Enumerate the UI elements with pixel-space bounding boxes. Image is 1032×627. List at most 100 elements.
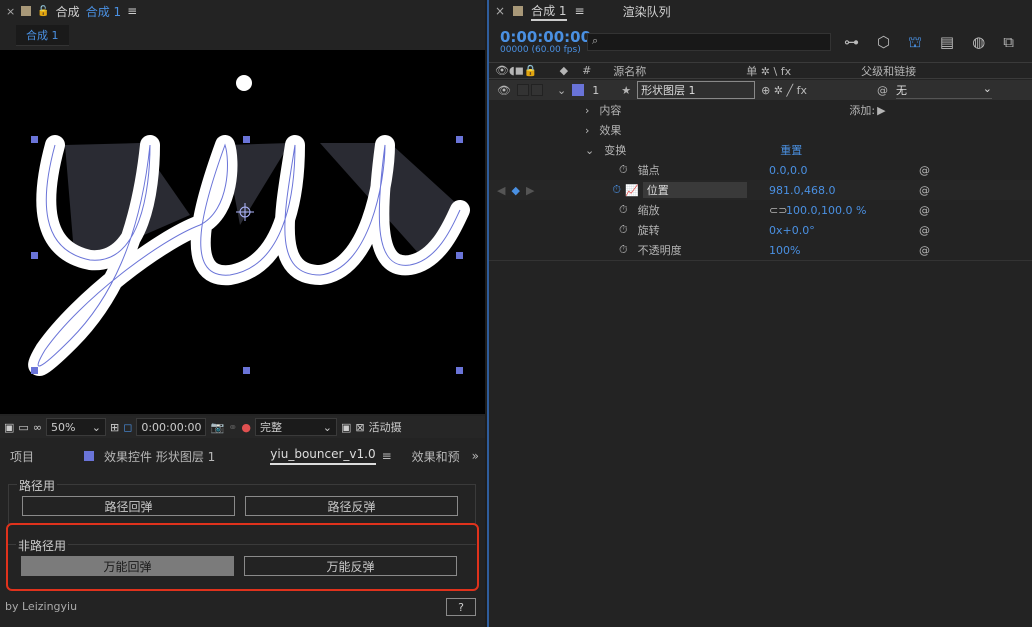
comp-flowchart-icon[interactable]: ⊶ bbox=[844, 33, 859, 53]
transparency-grid-icon[interactable]: ⊠ bbox=[355, 421, 364, 434]
add-label: 添加: bbox=[849, 104, 876, 117]
more-tabs-icon[interactable]: » bbox=[472, 449, 479, 463]
graph-editor-icon[interactable]: ⧉ bbox=[1003, 33, 1014, 53]
comp-swatch-icon bbox=[21, 6, 32, 16]
expression-spiral-icon[interactable]: @ bbox=[919, 224, 930, 237]
transform-label: 变换 bbox=[604, 144, 627, 157]
composition-viewer[interactable] bbox=[0, 50, 485, 414]
chevron-right-icon[interactable]: › bbox=[585, 104, 589, 117]
transform-row[interactable]: ⌄ 变换 重置 bbox=[489, 140, 1032, 160]
show-snapshot-icon[interactable]: ⚭ bbox=[228, 421, 237, 434]
tab-project[interactable]: 项目 bbox=[10, 448, 34, 465]
path-bounce-button[interactable]: 路径回弹 bbox=[22, 496, 235, 516]
tab-yiu-bouncer[interactable]: yiu_bouncer_v1.0 bbox=[270, 447, 376, 465]
property-row[interactable]: ◀ ◆ ▶ ⏱ 📈 位置 981.0,468.0 @ bbox=[489, 180, 1032, 200]
non-path-group-label: 非路径用 bbox=[16, 537, 69, 554]
universal-bounce-button[interactable]: 万能回弹 bbox=[21, 556, 234, 576]
tab-comp[interactable]: 合成 1 bbox=[531, 2, 567, 21]
comp-panel-header: × 🔓 合成 合成 1 ≡ bbox=[0, 0, 485, 22]
viewer-timecode[interactable]: 0:00:00:00 bbox=[136, 418, 207, 436]
help-button[interactable]: ? bbox=[446, 598, 476, 616]
keyframe-diamond-icon[interactable]: ◆ bbox=[511, 184, 519, 197]
shy-icon[interactable]: ⛫ bbox=[908, 33, 922, 53]
property-row[interactable]: ⏱ 不透明度 100% @ bbox=[489, 240, 1032, 260]
channel-icon[interactable]: ● bbox=[241, 421, 251, 434]
property-value[interactable]: 0.0,0.0 bbox=[769, 164, 807, 177]
close-icon[interactable]: × bbox=[495, 4, 505, 18]
expand-icon[interactable]: ⌄ bbox=[557, 84, 566, 97]
vr-mask-icon[interactable]: ∞ bbox=[33, 421, 42, 434]
layer-color-icon bbox=[84, 451, 95, 461]
col-source-name[interactable]: 源名称 bbox=[613, 63, 646, 79]
stopwatch-icon[interactable]: ⏱ bbox=[619, 243, 628, 257]
pickwhip-icon[interactable]: @ bbox=[877, 84, 888, 97]
tab-effects-presets[interactable]: 效果和预 bbox=[412, 448, 460, 465]
reset-link[interactable]: 重置 bbox=[780, 142, 802, 158]
tab-effects-controls[interactable]: 效果控件 形状图层 1 bbox=[104, 448, 215, 465]
tab-render-queue[interactable]: 渲染队列 bbox=[623, 3, 671, 20]
snapshot-icon[interactable]: 📷 bbox=[210, 421, 224, 434]
graph-icon[interactable]: 📈 bbox=[625, 184, 639, 197]
monitor-icon[interactable]: ▭ bbox=[18, 421, 28, 434]
prev-keyframe-icon[interactable]: ◀ bbox=[497, 184, 505, 197]
stopwatch-icon[interactable]: ⏱ bbox=[619, 223, 628, 237]
property-value[interactable]: 100.0,100.0 % bbox=[786, 204, 866, 217]
property-name: 不透明度 bbox=[637, 244, 682, 257]
stopwatch-icon[interactable]: ⏱ bbox=[619, 163, 628, 177]
property-row[interactable]: ⏱ 旋转 0x+0.0° @ bbox=[489, 220, 1032, 240]
stopwatch-icon[interactable]: ⏱ bbox=[619, 203, 628, 217]
chevron-down-icon[interactable]: ⌄ bbox=[585, 144, 594, 157]
property-value[interactable]: 0x+0.0° bbox=[769, 224, 815, 237]
add-play-icon[interactable]: ▶ bbox=[877, 104, 885, 117]
property-value[interactable]: 981.0,468.0 bbox=[769, 184, 835, 197]
effects-row[interactable]: › 效果 bbox=[489, 120, 1032, 140]
constrain-link-icon[interactable]: ⊂⊃ bbox=[769, 204, 787, 217]
panel-menu-icon[interactable]: ≡ bbox=[575, 4, 585, 18]
grid-icon[interactable]: ⊞ bbox=[110, 421, 119, 434]
layer-switches[interactable]: ⊕ ✲ ╱ fx bbox=[761, 84, 807, 97]
property-name: 锚点 bbox=[637, 164, 660, 177]
property-name: 位置 bbox=[642, 182, 747, 198]
comp-view-tab[interactable]: 合成 1 bbox=[16, 24, 69, 46]
expression-spiral-icon[interactable]: @ bbox=[919, 184, 930, 197]
panel-menu-icon[interactable]: ≡ bbox=[382, 449, 392, 463]
always-preview-icon[interactable]: ▣ bbox=[4, 421, 14, 434]
timeline-timecode[interactable]: 0:00:00:00 bbox=[500, 28, 591, 46]
parent-select[interactable]: 无 ⌄ bbox=[896, 82, 992, 99]
stopwatch-active-icon[interactable]: ⏱ bbox=[612, 183, 621, 197]
non-path-group: 非路径用 万能回弹 万能反弹 bbox=[8, 537, 476, 584]
expression-spiral-icon[interactable]: @ bbox=[919, 204, 930, 217]
layer-name-field[interactable]: 形状图层 1 bbox=[637, 81, 756, 99]
region-icon[interactable]: ▣ bbox=[341, 421, 351, 434]
layer-search-input[interactable]: ⌕ bbox=[587, 33, 831, 51]
chevron-right-icon[interactable]: › bbox=[585, 124, 589, 137]
layer-label-color[interactable] bbox=[572, 84, 585, 96]
property-row[interactable]: ⏱ 锚点 0.0,0.0 @ bbox=[489, 160, 1032, 180]
frame-blend-icon[interactable]: ▤ bbox=[940, 33, 954, 53]
expression-spiral-icon[interactable]: @ bbox=[919, 164, 930, 177]
close-icon[interactable]: × bbox=[6, 5, 15, 18]
resolution-select[interactable]: 完整 ⌄ bbox=[254, 418, 337, 436]
audio-icon[interactable] bbox=[516, 84, 529, 96]
solo-icon[interactable] bbox=[530, 84, 543, 96]
draft-3d-icon[interactable]: ⬡ bbox=[877, 33, 890, 53]
property-value[interactable]: 100% bbox=[769, 244, 800, 257]
contents-row[interactable]: › 内容 添加: ▶ bbox=[489, 100, 1032, 120]
panel-menu-icon[interactable]: ≡ bbox=[127, 4, 137, 18]
path-group-label: 路径用 bbox=[17, 477, 58, 494]
motion-blur-icon[interactable]: ◍ bbox=[972, 33, 985, 53]
shape-layer-icon: ★ bbox=[621, 83, 632, 97]
layer-row[interactable]: 👁 ⌄ 1 ★ 形状图层 1 ⊕ ✲ ╱ fx @ 无 ⌄ bbox=[489, 80, 1032, 100]
zoom-select[interactable]: 50% ⌄ bbox=[45, 418, 106, 436]
expression-spiral-icon[interactable]: @ bbox=[919, 244, 930, 257]
property-row[interactable]: ⏱ 缩放 ⊂⊃ 100.0,100.0 % @ bbox=[489, 200, 1032, 220]
label-column-icon: ◆ bbox=[559, 64, 569, 77]
eye-icon[interactable]: 👁 bbox=[497, 84, 511, 97]
universal-reverse-button[interactable]: 万能反弹 bbox=[244, 556, 457, 576]
effects-label: 效果 bbox=[599, 124, 622, 137]
path-reverse-button[interactable]: 路径反弹 bbox=[245, 496, 458, 516]
active-camera-select[interactable]: 活动摄 bbox=[369, 419, 402, 435]
next-keyframe-icon[interactable]: ▶ bbox=[526, 184, 534, 197]
mask-toggle-icon[interactable]: ◻ bbox=[123, 421, 132, 434]
lock-icon[interactable]: 🔓 bbox=[37, 6, 49, 17]
